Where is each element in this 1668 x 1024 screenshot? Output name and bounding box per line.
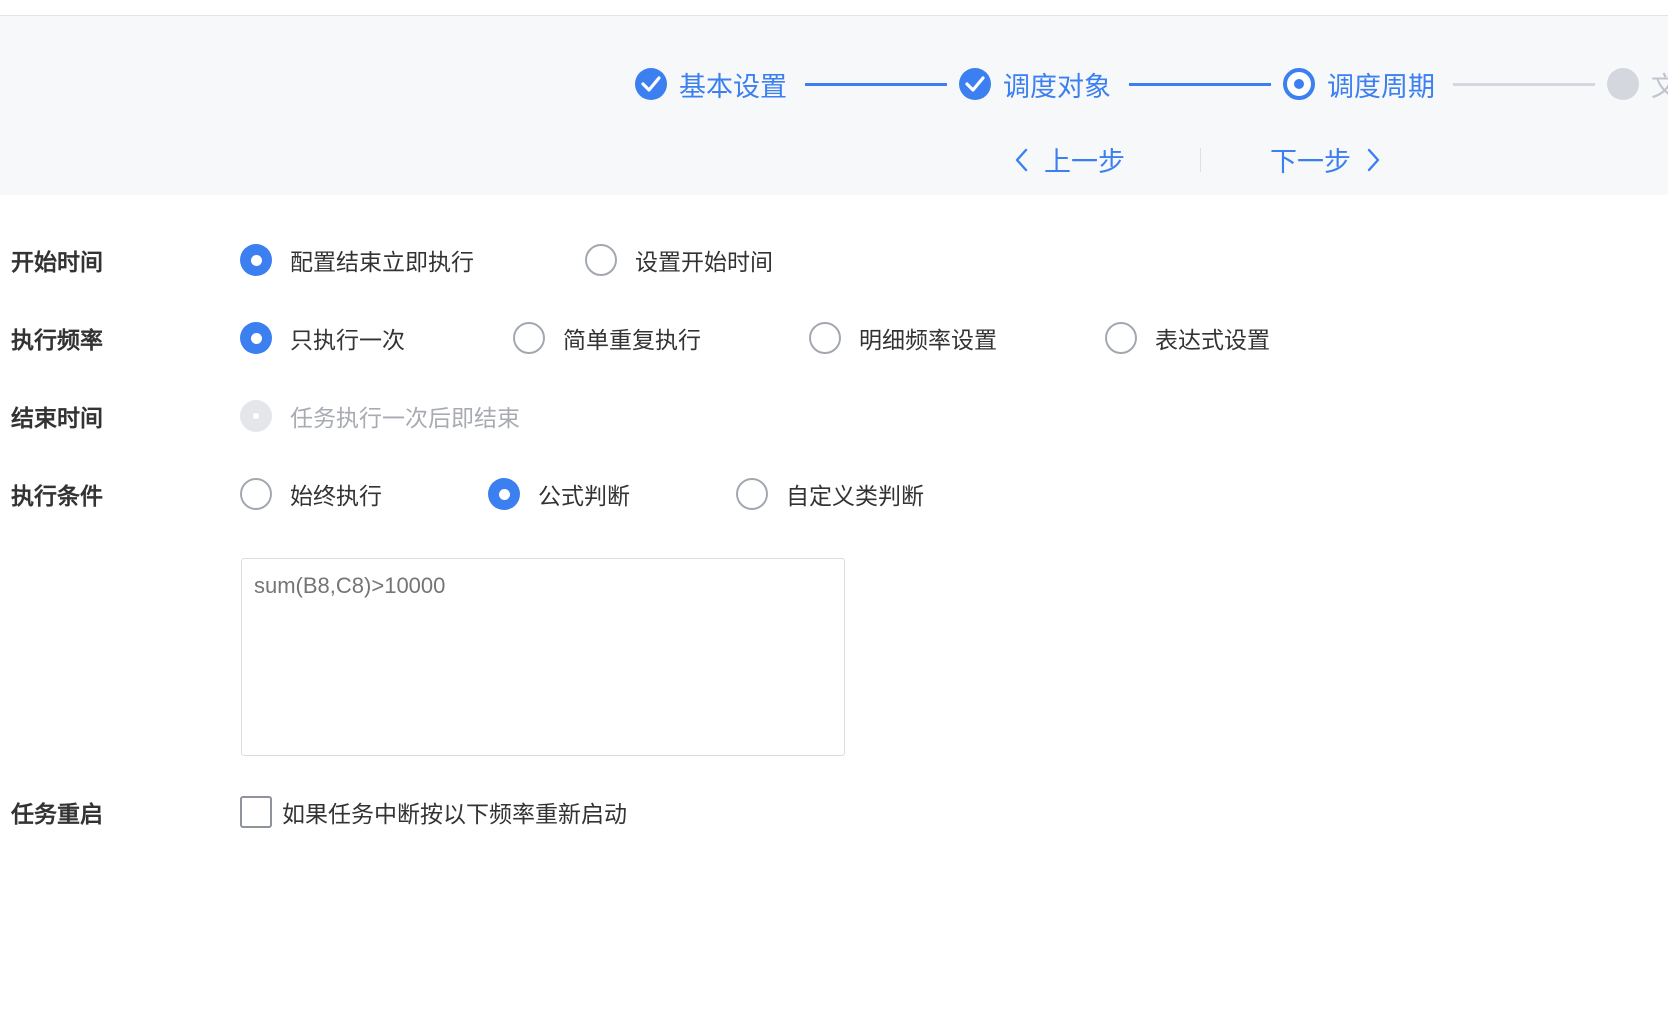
condition-option-custom-class[interactable]: 自定义类判断 [736, 474, 924, 514]
radio-icon[interactable] [1105, 322, 1137, 354]
condition-label: 执行条件 [11, 484, 103, 510]
radio-icon[interactable] [513, 322, 545, 354]
next-step-label: 下一步 [1270, 147, 1351, 178]
step-label: 基本设置 [679, 71, 787, 103]
check-icon [635, 68, 667, 100]
frequency-option-once[interactable]: 只执行一次 [240, 318, 405, 358]
radio-icon[interactable] [736, 478, 768, 510]
start-time-option-set-time[interactable]: 设置开始时间 [585, 240, 773, 280]
radio-icon[interactable] [809, 322, 841, 354]
wizard-header: 基本设置 调度对象 调度周期 文 上一步 下一步 [0, 16, 1668, 195]
option-label: 只执行一次 [290, 328, 405, 354]
frequency-option-detailed[interactable]: 明细频率设置 [809, 318, 997, 358]
chevron-right-icon [1367, 148, 1380, 171]
option-label: 表达式设置 [1155, 328, 1270, 354]
step-basic-settings[interactable]: 基本设置 [635, 66, 787, 103]
step-label: 调度周期 [1327, 71, 1435, 103]
option-label: 始终执行 [290, 484, 382, 510]
restart-checkbox-label: 如果任务中断按以下频率重新启动 [282, 802, 627, 828]
pending-step-icon [1607, 68, 1639, 100]
step-schedule-cycle[interactable]: 调度周期 [1283, 66, 1435, 103]
radio-checked-icon[interactable] [240, 322, 272, 354]
radio-checked-icon[interactable] [488, 478, 520, 510]
option-label: 任务执行一次后即结束 [290, 406, 520, 432]
start-time-label: 开始时间 [11, 250, 103, 276]
top-bar [0, 0, 1668, 16]
restart-label: 任务重启 [11, 802, 103, 828]
step-schedule-object[interactable]: 调度对象 [959, 66, 1111, 103]
radio-icon[interactable] [240, 478, 272, 510]
start-time-option-immediate[interactable]: 配置结束立即执行 [240, 240, 474, 280]
frequency-option-simple-repeat[interactable]: 简单重复执行 [513, 318, 701, 358]
option-label: 公式判断 [538, 484, 630, 510]
option-label: 明细频率设置 [859, 328, 997, 354]
radio-icon[interactable] [585, 244, 617, 276]
radio-checked-icon[interactable] [240, 244, 272, 276]
restart-checkbox[interactable] [240, 796, 272, 828]
restart-checkbox-option[interactable]: 如果任务中断按以下频率重新启动 [240, 792, 627, 832]
step-connector [805, 83, 947, 86]
end-time-label: 结束时间 [11, 406, 103, 432]
prev-step-button[interactable]: 上一步 [1014, 140, 1125, 179]
row-condition: 执行条件 始终执行 公式判断 自定义类判断 [0, 474, 1668, 514]
row-restart: 任务重启 如果任务中断按以下频率重新启动 [0, 792, 1668, 832]
check-icon [959, 68, 991, 100]
radio-disabled-icon [240, 400, 272, 432]
option-label: 简单重复执行 [563, 328, 701, 354]
condition-option-formula[interactable]: 公式判断 [488, 474, 630, 514]
step-connector [1453, 83, 1595, 86]
option-label: 设置开始时间 [635, 250, 773, 276]
step-connector [1129, 83, 1271, 86]
frequency-label: 执行频率 [11, 328, 103, 354]
frequency-option-expression[interactable]: 表达式设置 [1105, 318, 1270, 358]
row-end-time: 结束时间 任务执行一次后即结束 [0, 396, 1668, 436]
condition-option-always[interactable]: 始终执行 [240, 474, 382, 514]
next-step-button[interactable]: 下一步 [1270, 140, 1381, 179]
end-time-option-after-once: 任务执行一次后即结束 [240, 396, 520, 436]
option-label: 自定义类判断 [786, 484, 924, 510]
prev-step-label: 上一步 [1044, 147, 1125, 178]
row-frequency: 执行频率 只执行一次 简单重复执行 明细频率设置 表达式设置 [0, 318, 1668, 358]
chevron-left-icon [1015, 148, 1028, 171]
option-label: 配置结束立即执行 [290, 250, 474, 276]
step-label: 调度对象 [1003, 71, 1111, 103]
step-next[interactable]: 文 [1607, 66, 1668, 103]
step-label: 文 [1651, 71, 1668, 103]
row-start-time: 开始时间 配置结束立即执行 设置开始时间 [0, 240, 1668, 280]
formula-input[interactable] [241, 558, 845, 756]
nav-divider [1200, 148, 1201, 172]
current-step-icon [1283, 68, 1315, 100]
